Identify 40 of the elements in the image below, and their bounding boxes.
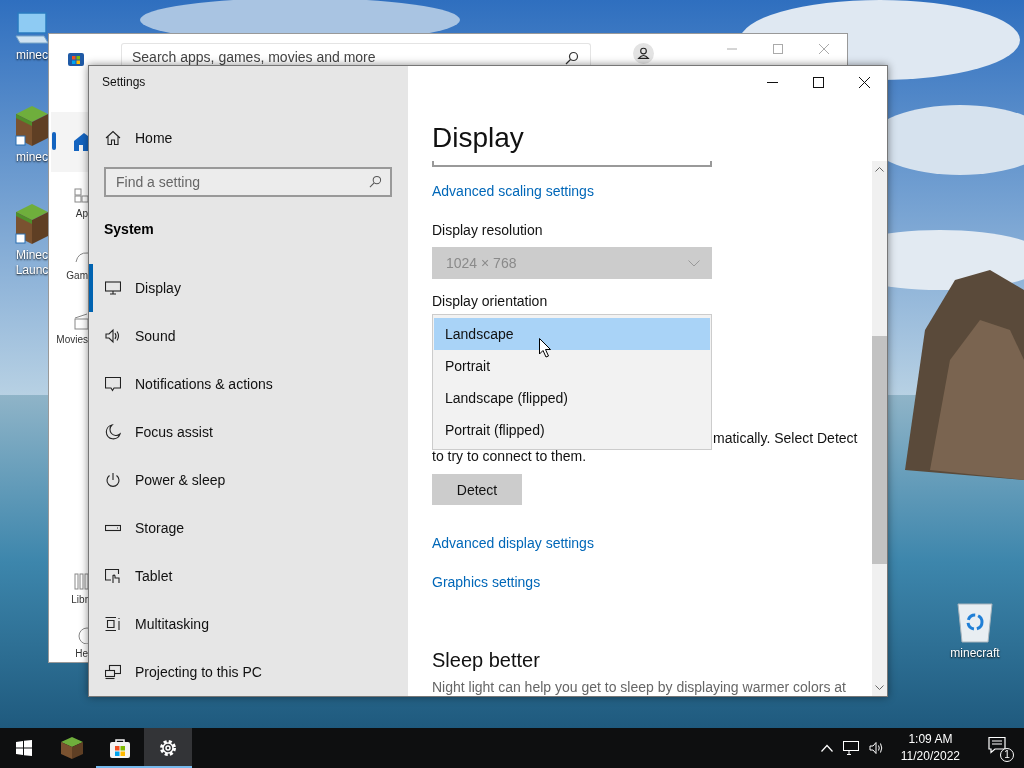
sidebar-item[interactable]: Multitasking [89, 600, 408, 648]
clock[interactable]: 1:09 AM 11/20/2022 [894, 731, 966, 765]
notification-badge: 1 [1000, 748, 1014, 762]
dropdown-option[interactable]: Portrait (flipped) [434, 414, 710, 446]
scaling-settings-link[interactable]: Advanced scaling settings [432, 181, 594, 201]
sidebar-item[interactable]: Power & sleep [89, 456, 408, 504]
sidebar-item[interactable]: Projecting to this PC [89, 648, 408, 696]
nav-item[interactable]: Libr [52, 570, 88, 607]
detect-button[interactable]: Detect [432, 474, 522, 505]
dropdown-option[interactable]: Portrait [434, 350, 710, 382]
desktop-icon-label: minec [16, 48, 48, 63]
nav-item[interactable]: Ap [52, 184, 88, 221]
search-field[interactable]: Find a setting [104, 167, 392, 197]
nav-item[interactable]: He [52, 624, 88, 661]
settings-link[interactable]: Graphics settings [432, 572, 541, 592]
field-label: Display resolution [432, 221, 543, 240]
time-text: 1:09 AM [908, 731, 953, 748]
sidebar-item[interactable]: Focus assist [89, 408, 408, 456]
page-title: Display [432, 121, 524, 155]
field-label: Display orientation [432, 292, 548, 311]
window-title: Settings [101, 74, 147, 91]
description-text: to try to connect to them. [432, 447, 587, 465]
sidebar-item[interactable]: Sound [89, 312, 408, 360]
settings-link[interactable]: Advanced display settings [432, 533, 594, 553]
sidebar-item[interactable]: Tablet [89, 552, 408, 600]
desktop-icon-label: Minec Launc [15, 248, 49, 278]
description-text: matically. Select Detect [713, 429, 858, 447]
sidebar-item[interactable]: Storage [89, 504, 408, 552]
description-text: Night light can help you get to sleep by displaying warmer colors at [432, 678, 846, 696]
nav-item[interactable]: Movies [52, 310, 88, 347]
dropdown-option[interactable]: Landscape (flipped) [434, 382, 710, 414]
section-heading: Sleep better [432, 648, 540, 673]
date-text: 11/20/2022 [900, 748, 960, 765]
desktop-icon-label: minecraft [950, 646, 1000, 661]
nav-item[interactable]: Gam [52, 246, 88, 283]
home-link[interactable]: Home [89, 119, 408, 156]
desktop-icon-label: minec [16, 150, 48, 165]
dropdown-option[interactable]: Landscape [434, 318, 710, 350]
section-heading: System [103, 220, 155, 239]
sidebar-item[interactable]: Notifications & actions [89, 360, 408, 408]
